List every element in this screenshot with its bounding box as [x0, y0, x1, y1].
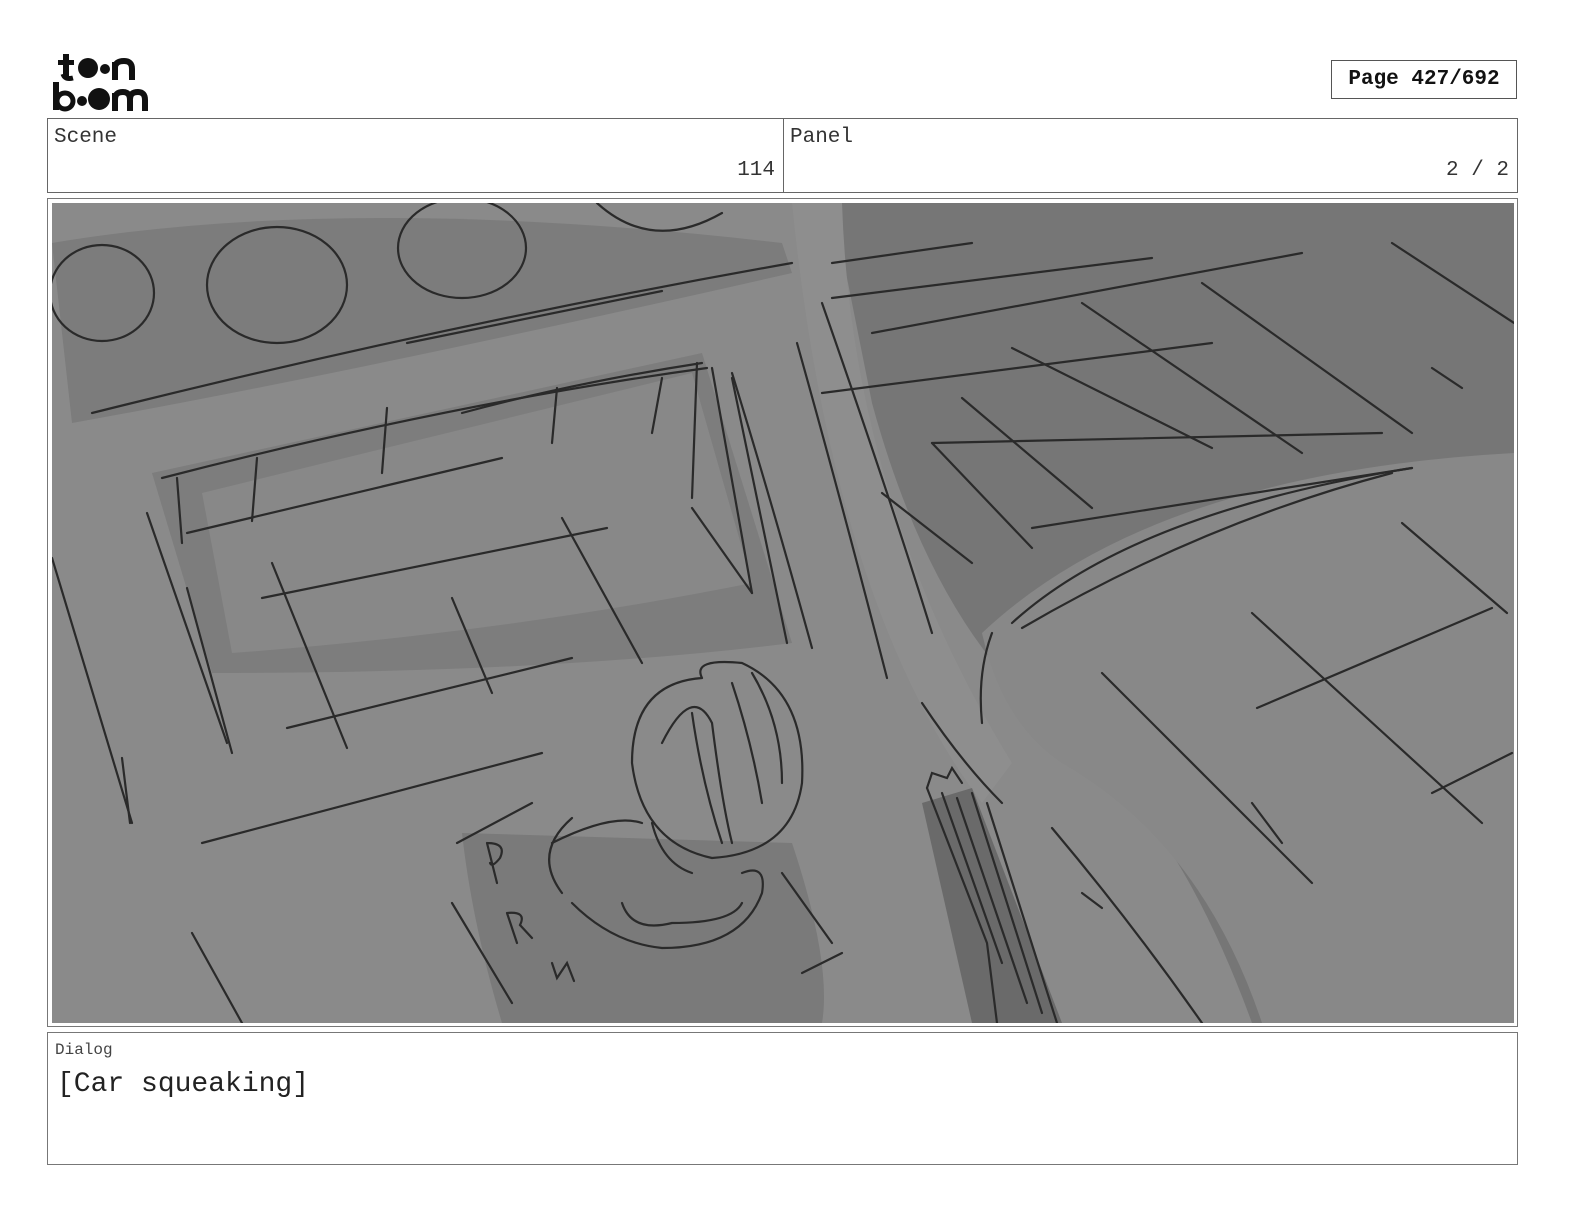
- scene-cell: Scene 114: [48, 119, 784, 192]
- logo-icon: [53, 54, 148, 112]
- dialog-label: Dialog: [55, 1041, 113, 1059]
- storyboard-frame: [47, 198, 1518, 1027]
- dialog-box: Dialog [Car squeaking]: [47, 1032, 1518, 1165]
- toon-boom-logo: [52, 50, 164, 112]
- page-number: Page 427/692: [1331, 60, 1517, 99]
- scene-panel-header: Scene 114 Panel 2 / 2: [47, 118, 1518, 193]
- scene-label: Scene: [54, 126, 118, 149]
- panel-cell: Panel 2 / 2: [784, 119, 1517, 192]
- panel-number: 2 / 2: [1445, 159, 1509, 182]
- storyboard-sketch-image: [52, 203, 1514, 1023]
- dialog-text: [Car squeaking]: [57, 1069, 310, 1100]
- panel-label: Panel: [790, 126, 854, 149]
- scene-number: 114: [737, 159, 775, 182]
